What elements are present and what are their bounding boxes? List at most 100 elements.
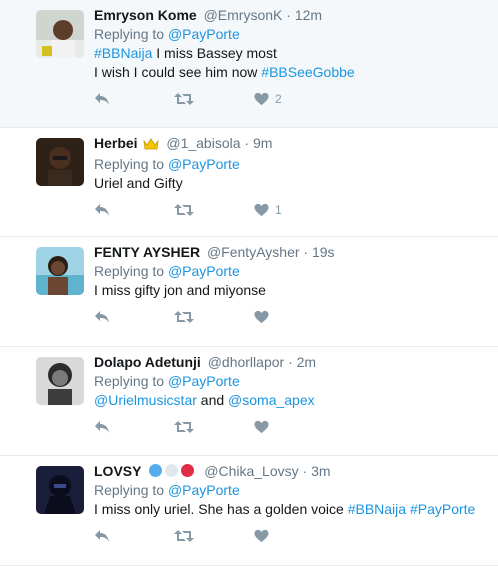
tweet-header: FENTY AYSHER @FentyAysher · 19s (94, 243, 486, 262)
retweet-button[interactable] (174, 203, 254, 217)
heart-icon (254, 203, 269, 217)
user-handle[interactable]: @Chika_Lovsy (204, 463, 298, 479)
hashtag-link[interactable]: #BBNaija (94, 45, 152, 61)
timestamp[interactable]: 2m (297, 354, 316, 370)
user-name[interactable]: Dolapo Adetunji (94, 354, 201, 370)
tweet[interactable]: Herbei @1_abisola · 9m Replying to @PayP… (0, 128, 498, 237)
hashtag-link[interactable]: #BBSeeGobbe (261, 64, 354, 80)
timestamp[interactable]: 19s (312, 244, 335, 260)
reply-mention-link[interactable]: @PayPorte (168, 482, 240, 498)
reply-mention-link[interactable]: @PayPorte (168, 26, 240, 42)
red-circle-icon (181, 464, 195, 477)
replying-label: Replying to (94, 482, 165, 498)
reply-button[interactable] (94, 310, 174, 324)
retweet-button[interactable] (174, 92, 254, 106)
crown-icon (143, 136, 160, 155)
tweet-text: Uriel and Gifty (94, 175, 183, 191)
heart-icon (254, 420, 269, 434)
user-name[interactable]: LOVSY (94, 463, 141, 479)
retweet-icon (174, 421, 194, 433)
hashtag-link[interactable]: #PayPorte (410, 501, 475, 517)
like-count: 2 (275, 92, 282, 106)
replying-to: Replying to @PayPorte (94, 262, 486, 281)
retweet-icon (174, 204, 194, 216)
user-handle[interactable]: @FentyAysher (207, 244, 300, 260)
reply-icon (95, 421, 109, 433)
tweet-feed: Emryson Kome @EmrysonK · 12m Replying to… (0, 0, 498, 566)
tweet-text: #BBNaija I miss Bassey most (94, 44, 486, 63)
tweet-text-segment: I miss Bassey most (152, 45, 277, 61)
user-handle[interactable]: @EmrysonK (204, 7, 283, 23)
user-handle[interactable]: @dhorllapor (208, 354, 284, 370)
white-circle-icon (165, 464, 179, 477)
timestamp[interactable]: 3m (311, 463, 330, 479)
tweet-header: Herbei @1_abisola · 9m (94, 134, 486, 155)
like-button[interactable] (254, 529, 334, 543)
avatar[interactable] (36, 247, 84, 295)
reply-mention-link[interactable]: @PayPorte (168, 373, 240, 389)
tweet[interactable]: Emryson Kome @EmrysonK · 12m Replying to… (0, 0, 498, 128)
reply-button[interactable] (94, 420, 174, 434)
timestamp[interactable]: 9m (253, 135, 272, 151)
avatar[interactable] (36, 466, 84, 514)
tweet[interactable]: Dolapo Adetunji @dhorllapor · 2m Replyin… (0, 347, 498, 456)
avatar[interactable] (36, 138, 84, 186)
heart-icon (254, 310, 269, 324)
mention-link[interactable]: @Urielmusicstar (94, 392, 197, 408)
tweet[interactable]: FENTY AYSHER @FentyAysher · 19s Replying… (0, 237, 498, 347)
hashtag-link[interactable]: #BBNaija (348, 501, 406, 517)
retweet-icon (174, 93, 194, 105)
like-button[interactable] (254, 310, 334, 324)
reply-mention-link[interactable]: @PayPorte (168, 263, 240, 279)
retweet-icon (174, 311, 194, 323)
reply-icon (95, 93, 109, 105)
reply-button[interactable] (94, 529, 174, 543)
user-handle[interactable]: @1_abisola (166, 135, 240, 151)
separator: · (303, 244, 309, 260)
retweet-button[interactable] (174, 420, 254, 434)
tweet-text-segment: I wish I could see him now (94, 64, 262, 80)
separator: · (244, 135, 250, 151)
tweet-text: I miss only uriel. She has a golden voic… (94, 500, 486, 519)
tweet-header: Dolapo Adetunji @dhorllapor · 2m (94, 353, 486, 372)
replying-to: Replying to @PayPorte (94, 372, 486, 391)
tweet-actions (94, 302, 486, 332)
separator: · (302, 463, 308, 479)
separator: · (288, 354, 293, 370)
separator: · (286, 7, 291, 23)
reply-button[interactable] (94, 203, 174, 217)
tweet-text-line: I wish I could see him now #BBSeeGobbe (94, 63, 486, 82)
reply-icon (95, 311, 109, 323)
reply-mention-link[interactable]: @PayPorte (168, 156, 240, 172)
mention-link[interactable]: @soma_apex (228, 392, 315, 408)
replying-to: Replying to @PayPorte (94, 481, 486, 500)
user-name[interactable]: Emryson Kome (94, 7, 197, 23)
tweet[interactable]: LOVSY @Chika_Lovsy · 3m Replying to @Pay… (0, 456, 498, 566)
tweet-actions: 1 (94, 195, 486, 225)
replying-label: Replying to (94, 263, 165, 279)
avatar[interactable] (36, 10, 84, 58)
tweet-header: Emryson Kome @EmrysonK · 12m (94, 6, 486, 25)
blue-circle-icon (149, 464, 163, 477)
user-name[interactable]: Herbei (94, 135, 138, 151)
tweet-text: I miss gifty jon and miyonse (94, 282, 266, 298)
tweet-text-segment: and (196, 392, 229, 408)
heart-icon (254, 92, 269, 106)
reply-button[interactable] (94, 92, 174, 106)
like-count: 1 (275, 203, 282, 217)
tweet-actions (94, 521, 486, 551)
timestamp[interactable]: 12m (295, 7, 322, 23)
like-button[interactable]: 2 (254, 92, 334, 106)
tweet-actions (94, 412, 486, 442)
replying-label: Replying to (94, 156, 165, 172)
retweet-button[interactable] (174, 529, 254, 543)
replying-to: Replying to @PayPorte (94, 25, 486, 44)
tweet-text-segment: I miss only uriel. She has a golden voic… (94, 501, 348, 517)
retweet-button[interactable] (174, 310, 254, 324)
like-button[interactable] (254, 420, 334, 434)
avatar[interactable] (36, 357, 84, 405)
like-button[interactable]: 1 (254, 203, 334, 217)
reply-icon (95, 530, 109, 542)
tweet-header: LOVSY @Chika_Lovsy · 3m (94, 462, 486, 481)
user-name[interactable]: FENTY AYSHER (94, 244, 200, 260)
